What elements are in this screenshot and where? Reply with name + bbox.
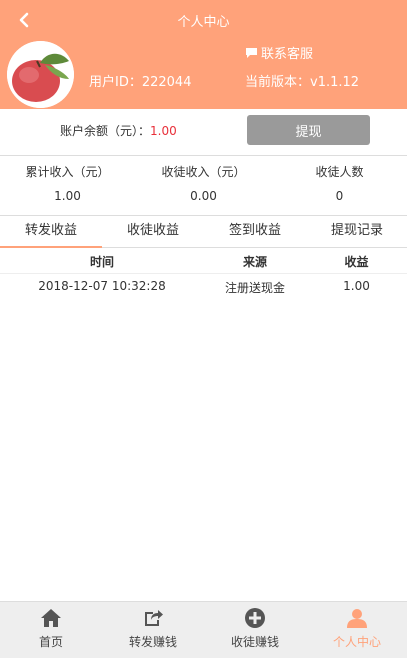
tabbar-item-profile[interactable]: 个人中心 — [306, 602, 407, 658]
balance-text: 账户余额（元）：1.00 — [60, 122, 177, 139]
page-title: 个人中心 — [177, 15, 230, 30]
stat-value: 0 — [335, 189, 344, 203]
stat-value: 1.00 — [54, 189, 81, 203]
column-header-income: 收益 — [344, 255, 369, 269]
income-tabs: 转发收益 收徒收益 签到收益 提现记录 — [0, 216, 407, 248]
column-header-time: 时间 — [89, 255, 114, 269]
share-icon — [145, 610, 163, 626]
user-id: 用户ID：222044 — [89, 75, 192, 90]
tab-share-income[interactable]: 转发收益 — [0, 216, 102, 248]
contact-service-link[interactable]: 联系客服 — [245, 43, 313, 62]
tabbar-item-home[interactable]: 首页 — [0, 602, 102, 658]
table-row: 2018-12-07 10:32:28 注册送现金 1.00 — [0, 274, 407, 300]
tabbar-item-apprentice[interactable]: 收徒赚钱 — [204, 602, 306, 658]
column-header-source: 来源 — [242, 255, 267, 269]
tab-withdraw-records[interactable]: 提现记录 — [306, 216, 407, 248]
header-bar: 个人中心 联系客服 用户ID：222044 当前版本：v1.1.12 — [0, 0, 407, 109]
balance-row: 账户余额（元）：1.00 提现 — [0, 109, 407, 156]
contact-service-label: 联系客服 — [261, 47, 314, 62]
table-header: 时间 来源 收益 — [0, 249, 407, 274]
add-circle-icon — [245, 608, 265, 628]
tabbar-item-share[interactable]: 转发赚钱 — [102, 602, 204, 658]
balance-label: 账户余额（元）： — [60, 124, 151, 138]
user-icon — [347, 609, 367, 628]
avatar[interactable] — [7, 41, 74, 108]
stats-panel: 累计收入（元） 1.00 收徒收入（元） 0.00 收徒人数 0 — [0, 156, 407, 216]
chat-bubble-icon — [246, 47, 257, 58]
stat-label: 收徒收入（元） — [161, 165, 246, 179]
app-version: 当前版本：v1.1.12 — [245, 75, 360, 90]
bottom-tab-bar: 首页 转发赚钱 收徒赚钱 个人中心 — [0, 601, 407, 658]
cell-income: 1.00 — [343, 279, 370, 293]
tabbar-label: 首页 — [38, 635, 63, 649]
tabbar-label: 转发赚钱 — [128, 635, 177, 649]
peach-avatar-icon — [7, 41, 74, 108]
withdraw-button[interactable]: 提现 — [247, 115, 370, 145]
home-icon — [41, 609, 61, 627]
balance-value: 1.00 — [150, 124, 177, 138]
cell-time: 2018-12-07 10:32:28 — [38, 279, 166, 293]
tabbar-label: 个人中心 — [332, 635, 381, 649]
tab-apprentice-income[interactable]: 收徒收益 — [102, 216, 204, 248]
cell-source: 注册送现金 — [224, 281, 285, 295]
tab-checkin-income[interactable]: 签到收益 — [204, 216, 306, 248]
stat-label: 收徒人数 — [315, 165, 364, 179]
stat-label: 累计收入（元） — [25, 165, 110, 179]
tabbar-label: 收徒赚钱 — [230, 635, 279, 649]
stat-value: 0.00 — [190, 189, 217, 203]
